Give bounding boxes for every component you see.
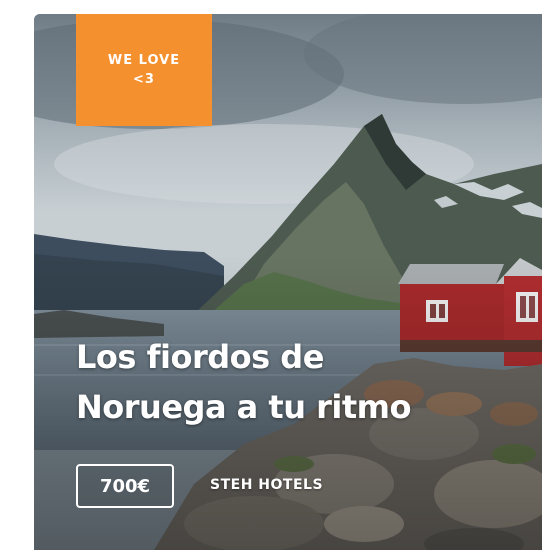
hotel-brand: STEH HOTELS xyxy=(210,477,324,493)
card-title[interactable]: Los fiordos de Noruega a tu ritmo xyxy=(76,332,506,432)
badge-line-1: WE LOVE xyxy=(107,53,181,68)
price-tag[interactable]: 700€ xyxy=(76,464,174,508)
promo-card[interactable]: WE LOVE <3 Los fiordos de Noruega a tu r… xyxy=(34,14,542,550)
we-love-badge: WE LOVE <3 xyxy=(76,14,212,126)
badge-line-2: <3 xyxy=(133,72,155,87)
title-line-2: Noruega a tu ritmo xyxy=(76,388,412,426)
title-line-1: Los fiordos de xyxy=(76,338,324,376)
